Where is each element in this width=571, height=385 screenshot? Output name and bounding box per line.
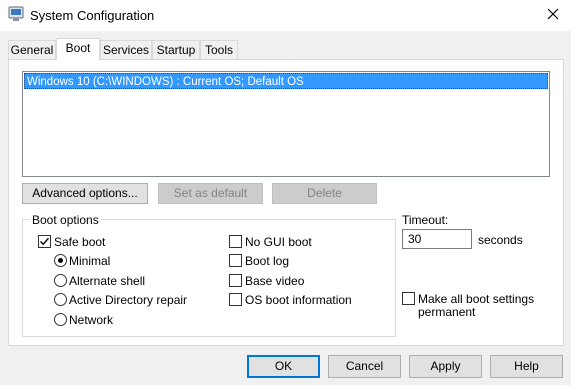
os-boot-information-checkbox[interactable] [229, 293, 242, 306]
help-button[interactable]: Help [490, 355, 563, 378]
minimal-label: Minimal [69, 254, 111, 268]
make-permanent-label-line1: Make all boot settings [418, 292, 535, 306]
timeout-unit-label: seconds [478, 233, 523, 247]
timeout-label: Timeout: [402, 213, 449, 227]
safe-boot-checkbox[interactable] [38, 235, 51, 248]
make-permanent-label-line2: permanent [418, 305, 476, 319]
boot-log-checkbox[interactable] [229, 254, 242, 267]
boot-entries-list[interactable]: Windows 10 (C:\WINDOWS) : Current OS; De… [22, 71, 550, 177]
no-gui-boot-checkbox[interactable] [229, 235, 242, 248]
tab-startup[interactable]: Startup [152, 40, 200, 59]
apply-button[interactable]: Apply [409, 355, 482, 378]
os-boot-information-label: OS boot information [245, 293, 352, 307]
active-directory-repair-label: Active Directory repair [69, 293, 188, 307]
timeout-input[interactable]: 30 [402, 229, 472, 249]
base-video-checkbox[interactable] [229, 274, 242, 287]
network-label: Network [69, 313, 114, 327]
tab-tools[interactable]: Tools [200, 40, 238, 59]
advanced-options-button[interactable]: Advanced options... [22, 183, 148, 204]
radio-selected-dot [58, 258, 63, 263]
boot-entry-item[interactable]: Windows 10 (C:\WINDOWS) : Current OS; De… [24, 73, 548, 89]
tab-general[interactable]: General [8, 40, 56, 59]
safe-boot-label: Safe boot [54, 235, 106, 249]
msconfig-icon [8, 6, 24, 22]
close-button[interactable] [534, 0, 571, 31]
active-directory-repair-radio[interactable] [54, 293, 67, 306]
ok-button[interactable]: OK [247, 355, 320, 378]
base-video-label: Base video [245, 274, 305, 288]
no-gui-boot-label: No GUI boot [245, 235, 312, 249]
close-icon [547, 8, 559, 23]
window-title: System Configuration [30, 8, 155, 23]
tab-boot[interactable]: Boot [56, 38, 100, 60]
cancel-button[interactable]: Cancel [328, 355, 401, 378]
tab-services[interactable]: Services [100, 40, 152, 59]
minimal-radio[interactable] [54, 254, 67, 267]
make-permanent-checkbox[interactable] [402, 292, 415, 305]
title-bar: System Configuration [0, 0, 571, 31]
set-as-default-button[interactable]: Set as default [158, 183, 263, 204]
boot-log-label: Boot log [245, 254, 290, 268]
delete-button[interactable]: Delete [272, 183, 377, 204]
alternate-shell-label: Alternate shell [69, 274, 146, 288]
network-radio[interactable] [54, 313, 67, 326]
alternate-shell-radio[interactable] [54, 274, 67, 287]
boot-options-label: Boot options [30, 213, 101, 227]
